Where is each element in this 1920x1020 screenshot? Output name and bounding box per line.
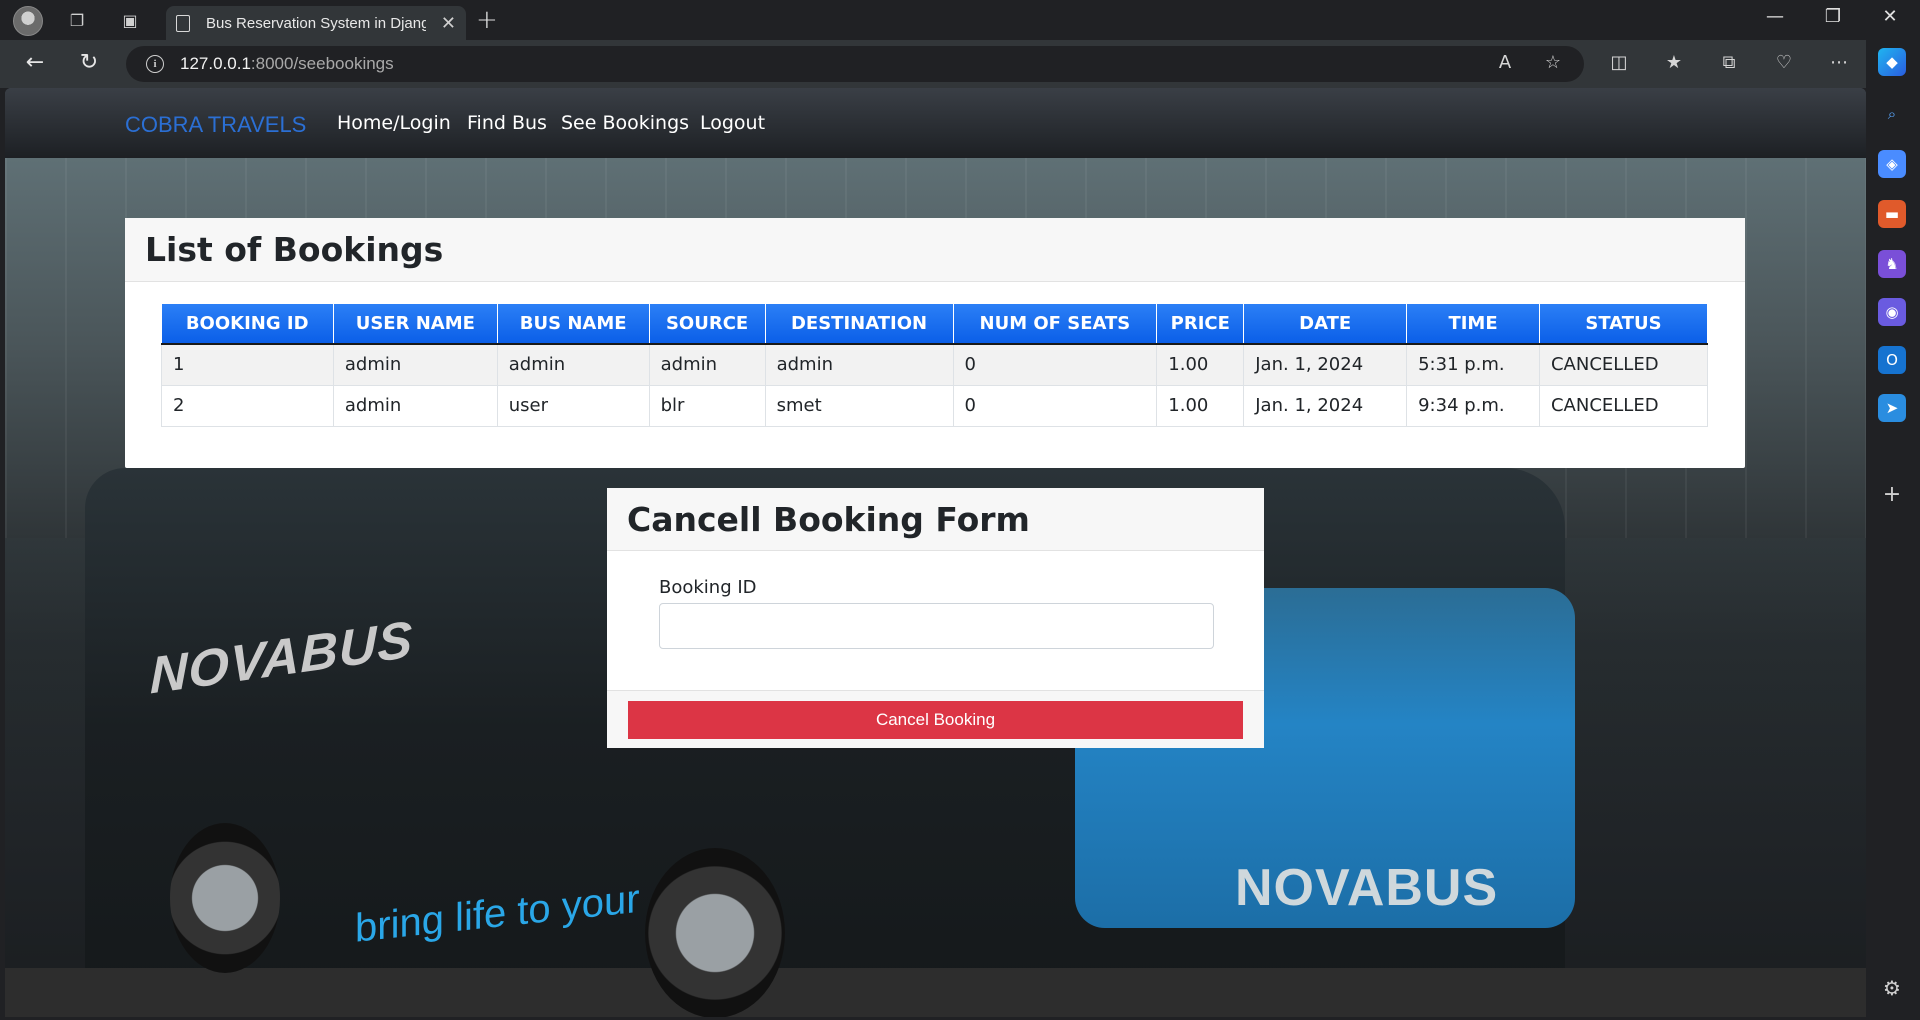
cell-num-seats: 0 [952, 384, 1158, 427]
cell-destination: admin [764, 343, 954, 386]
read-aloud-icon[interactable]: A [1490, 52, 1520, 73]
cancel-card-footer: Cancel Booking [607, 690, 1264, 748]
sidebar-rail: ◆ ⌕ ◈ ▬ ♞ ◉ O ➤ + ⚙ [1866, 40, 1920, 1020]
nav-home-login[interactable]: Home/Login [337, 112, 451, 134]
close-tab-icon[interactable]: ✕ [441, 13, 456, 34]
browser-tab-bar: ❐ ▣ Bus Reservation System in Djang ✕ + … [0, 0, 1920, 40]
cell-date: Jan. 1, 2024 [1243, 384, 1408, 427]
cell-user-name: admin [332, 384, 498, 427]
site-info-icon[interactable]: i [146, 55, 164, 73]
favorite-star-icon[interactable]: ☆ [1538, 52, 1568, 73]
shopping-icon[interactable]: ◈ [1878, 150, 1906, 178]
bookings-card: List of Bookings BOOKING ID USER NAME BU… [125, 218, 1745, 468]
collections-icon[interactable]: ⧉ [1714, 52, 1744, 73]
site-navbar: COBRA TRAVELS Home/Login Find Bus See Bo… [5, 88, 1866, 158]
bus-front-logo: NOVABUS [1235, 859, 1499, 917]
tab-title: Bus Reservation System in Djang [206, 14, 426, 32]
background-road [5, 968, 1866, 1017]
settings-gear-icon[interactable]: ⚙ [1878, 974, 1906, 1002]
cell-num-seats: 0 [952, 343, 1158, 386]
column-header: NUM OF SEATS [953, 304, 1158, 344]
column-header: SOURCE [649, 304, 766, 344]
cell-booking-id: 1 [161, 343, 334, 386]
nav-see-bookings[interactable]: See Bookings [561, 112, 689, 134]
cell-booking-id: 2 [161, 384, 334, 427]
cell-status: CANCELLED [1538, 343, 1709, 386]
cell-bus-name: user [496, 384, 650, 427]
profile-avatar[interactable] [13, 6, 43, 36]
column-header: TIME [1406, 304, 1540, 344]
column-header: BUS NAME [497, 304, 650, 344]
more-options-icon[interactable]: ⋯ [1824, 52, 1854, 73]
browser-essentials-icon[interactable]: ♡ [1769, 52, 1799, 73]
url-path: :8000/seebookings [250, 54, 394, 73]
new-tab-icon[interactable]: + [476, 5, 498, 35]
cancel-booking-card: Cancell Booking Form Booking ID Cancel B… [607, 488, 1264, 748]
table-header-row: BOOKING ID USER NAME BUS NAME SOURCE DES… [161, 304, 1709, 344]
column-header: DATE [1243, 304, 1408, 344]
booking-id-input[interactable] [659, 603, 1214, 649]
close-window-icon[interactable]: ✕ [1870, 6, 1910, 27]
column-header: BOOKING ID [161, 304, 334, 344]
bookings-title: List of Bookings [145, 230, 444, 269]
search-icon[interactable]: ⌕ [1878, 100, 1906, 128]
cell-user-name: admin [332, 343, 498, 386]
address-bar[interactable]: i 127.0.0.1:8000/seebookings [126, 46, 1584, 82]
column-header: DESTINATION [765, 304, 954, 344]
cancel-booking-button[interactable]: Cancel Booking [628, 701, 1243, 739]
bookings-card-header: List of Bookings [125, 218, 1745, 282]
table-row: 2 admin user blr smet 0 1.00 Jan. 1, 202… [161, 384, 1709, 427]
page-icon [176, 14, 190, 32]
browser-toolbar: ← ↻ i 127.0.0.1:8000/seebookings A ☆ ◫ ★… [0, 40, 1920, 88]
cell-status: CANCELLED [1538, 384, 1709, 427]
restore-icon[interactable]: ❐ [1813, 6, 1853, 27]
minimize-icon[interactable]: — [1755, 6, 1795, 27]
split-screen-icon[interactable]: ◫ [1604, 52, 1634, 73]
cell-destination: smet [764, 384, 954, 427]
table-row: 1 admin admin admin admin 0 1.00 Jan. 1,… [161, 343, 1709, 386]
favorites-icon[interactable]: ★ [1659, 52, 1689, 73]
cell-bus-name: admin [496, 343, 650, 386]
tools-icon[interactable]: ▬ [1878, 200, 1906, 228]
back-icon[interactable]: ← [18, 50, 52, 75]
column-header: STATUS [1539, 304, 1709, 344]
column-header: USER NAME [333, 304, 498, 344]
cancel-form-title: Cancell Booking Form [627, 499, 1030, 539]
workspaces-icon[interactable]: ❐ [62, 6, 92, 34]
bus-wheel-front [645, 848, 785, 1017]
cell-price: 1.00 [1156, 343, 1245, 386]
nav-logout[interactable]: Logout [700, 112, 765, 134]
reload-icon[interactable]: ↻ [72, 50, 106, 75]
cell-time: 9:34 p.m. [1406, 384, 1540, 427]
page-viewport: NOVABUS NOVABUS bring life to your city … [5, 88, 1866, 1017]
send-icon[interactable]: ➤ [1878, 394, 1906, 422]
active-tab[interactable]: Bus Reservation System in Djang ✕ [166, 6, 466, 40]
add-app-icon[interactable]: + [1878, 480, 1906, 508]
brand-logo[interactable]: COBRA TRAVELS [125, 112, 306, 138]
cancel-card-header: Cancell Booking Form [607, 488, 1264, 551]
outlook-icon[interactable]: O [1878, 346, 1906, 374]
cell-price: 1.00 [1156, 384, 1245, 427]
bus-wheel-rear [170, 823, 280, 973]
cell-source: blr [648, 384, 766, 427]
bookings-table: BOOKING ID USER NAME BUS NAME SOURCE DES… [161, 304, 1709, 427]
cell-time: 5:31 p.m. [1406, 343, 1540, 386]
column-header: PRICE [1156, 304, 1245, 344]
nav-find-bus[interactable]: Find Bus [467, 112, 547, 134]
cell-date: Jan. 1, 2024 [1243, 343, 1408, 386]
url-host: 127.0.0.1 [180, 54, 251, 73]
games-icon[interactable]: ♞ [1878, 250, 1906, 278]
tab-actions-icon[interactable]: ▣ [115, 6, 145, 34]
office-icon[interactable]: ◉ [1878, 298, 1906, 326]
cell-source: admin [648, 343, 766, 386]
booking-id-label: Booking ID [659, 577, 757, 598]
copilot-icon[interactable]: ◆ [1878, 48, 1906, 76]
